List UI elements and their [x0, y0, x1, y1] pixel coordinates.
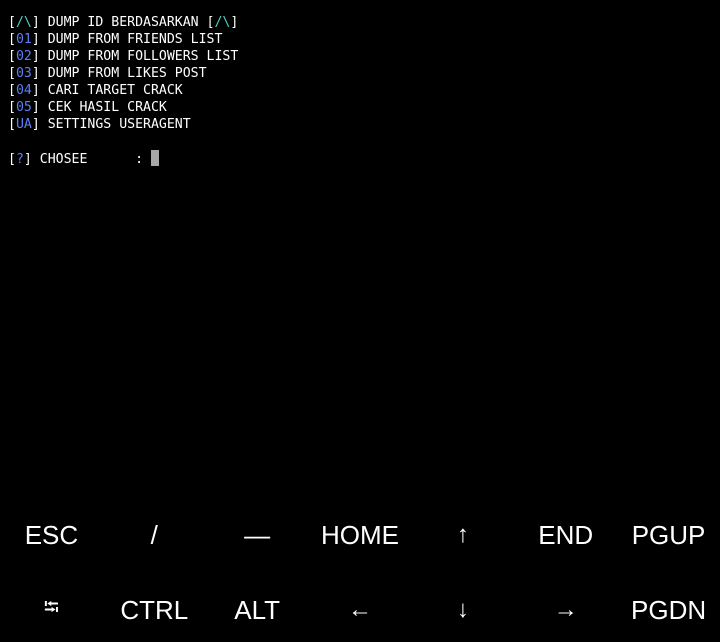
- terminal-output[interactable]: [/\] DUMP ID BERDASARKAN [/\] [01] DUMP …: [8, 14, 712, 167]
- page-up-key[interactable]: PGUP: [617, 510, 720, 560]
- menu-item-text: CARI TARGET CRACK: [47, 83, 183, 98]
- menu-item: [04] CARI TARGET CRACK: [8, 83, 183, 98]
- menu-item-number: 01: [15, 32, 32, 47]
- arrow-up-key[interactable]: ↑: [411, 510, 514, 560]
- prompt-separator: :: [135, 152, 144, 167]
- menu-item: [01] DUMP FROM FRIENDS LIST: [8, 32, 223, 47]
- prompt-label: CHOSEE: [39, 152, 88, 167]
- slash-key[interactable]: /: [103, 510, 206, 560]
- text-cursor: [150, 150, 159, 166]
- menu-item-number: 04: [15, 83, 32, 98]
- menu-header-suffix-tag: /\: [214, 15, 231, 30]
- extra-keys-row-2: ⭾ CTRL ALT ← ↓ → PGDN: [0, 585, 720, 635]
- menu-item-number: UA: [15, 117, 32, 132]
- input-prompt[interactable]: [?] CHOSEE :: [8, 150, 712, 167]
- esc-key[interactable]: ESC: [0, 510, 103, 560]
- home-key[interactable]: HOME: [309, 510, 412, 560]
- menu-item-text: DUMP FROM FRIENDS LIST: [47, 32, 223, 47]
- menu-header-tag: /\: [15, 15, 32, 30]
- menu-item: [03] DUMP FROM LIKES POST: [8, 66, 207, 81]
- prompt-tag: ?: [15, 152, 24, 167]
- menu-item-text: DUMP FROM LIKES POST: [47, 66, 207, 81]
- end-key[interactable]: END: [514, 510, 617, 560]
- menu-item-number: 05: [15, 100, 32, 115]
- arrow-down-key[interactable]: ↓: [411, 585, 514, 635]
- ctrl-key[interactable]: CTRL: [103, 585, 206, 635]
- menu-item: [UA] SETTINGS USERAGENT: [8, 117, 191, 132]
- menu-item: [02] DUMP FROM FOLLOWERS LIST: [8, 49, 239, 64]
- menu-item: [05] CEK HASIL CRACK: [8, 100, 167, 115]
- menu-header: [/\] DUMP ID BERDASARKAN [/\]: [8, 15, 239, 30]
- menu-item-number: 03: [15, 66, 32, 81]
- menu-item-text: CEK HASIL CRACK: [47, 100, 167, 115]
- dash-key[interactable]: —: [206, 510, 309, 560]
- menu-item-number: 02: [15, 49, 32, 64]
- arrow-right-key[interactable]: →: [514, 585, 617, 635]
- menu-header-text: DUMP ID BERDASARKAN: [47, 15, 207, 30]
- menu-item-text: SETTINGS USERAGENT: [47, 117, 191, 132]
- page-down-key[interactable]: PGDN: [617, 585, 720, 635]
- alt-key[interactable]: ALT: [206, 585, 309, 635]
- extra-keys-row-1: ESC / — HOME ↑ END PGUP: [0, 510, 720, 560]
- arrow-left-key[interactable]: ←: [309, 585, 412, 635]
- menu-item-text: DUMP FROM FOLLOWERS LIST: [47, 49, 239, 64]
- tab-key[interactable]: ⭾: [0, 585, 103, 635]
